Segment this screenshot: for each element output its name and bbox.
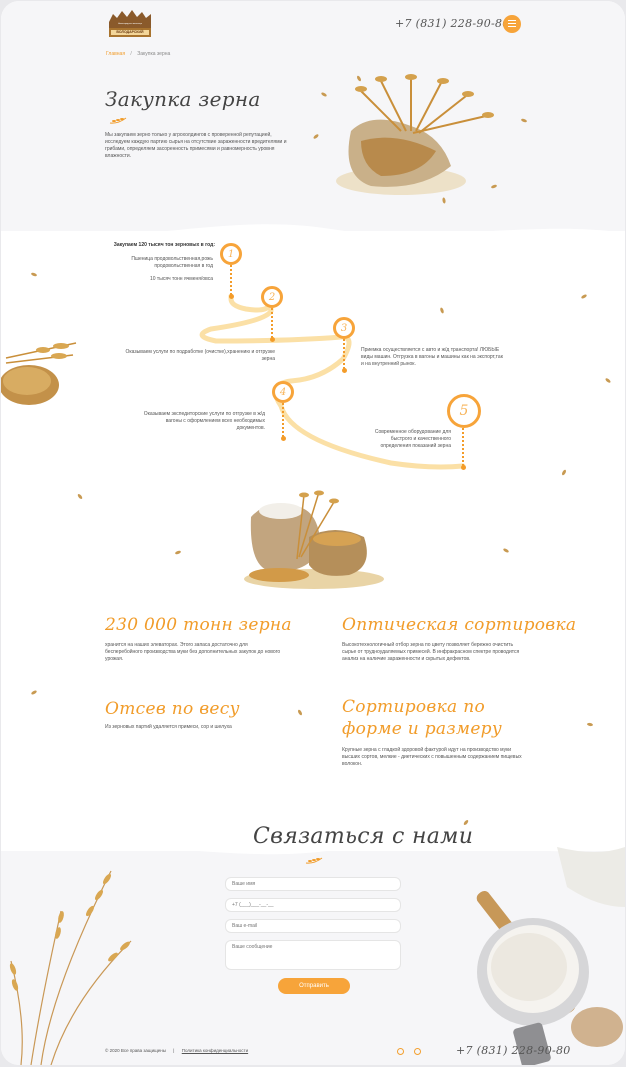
hero-text: Мы закупаем зерно только у агрохолдингов…: [105, 132, 287, 159]
contact-title: Связаться с нами: [253, 824, 474, 849]
timeline-step1-text1: Пшеница продовольственная,рожь продоволь…: [131, 256, 213, 269]
grain-decor: [502, 547, 510, 554]
timeline-marker-4: 4: [272, 381, 294, 403]
wheat-divider-icon: [109, 117, 127, 124]
instagram-icon[interactable]: [414, 1048, 421, 1055]
timeline-step1-text2: 10 тысяч тонн ячменя/овса: [149, 276, 213, 282]
timeline-number-5: 5: [459, 403, 469, 419]
grain-decor: [586, 722, 594, 727]
footer: © 2020 Все права защищены | Политика кон…: [105, 1048, 248, 1053]
timeline-heading: Закупаем 120 тысяч тон зерновых в год:: [113, 242, 215, 248]
timeline-dot-2: [270, 337, 275, 342]
timeline-dot-5: [461, 465, 466, 470]
timeline-dotline-4: [282, 403, 284, 437]
feature-2-title: Оптическая сортировка: [342, 615, 577, 635]
grain-decor: [30, 689, 38, 696]
menu-button[interactable]: [503, 15, 521, 33]
logo-line2: ВОЛОДАРСКИЙ: [116, 30, 144, 34]
footer-phone[interactable]: +7 (831) 228-90-80: [456, 1044, 571, 1057]
vk-icon[interactable]: [397, 1048, 404, 1055]
grain-decor: [580, 293, 588, 300]
breadcrumb: Главная / Закупка зерна: [106, 51, 170, 57]
submit-button-label: Отправить: [299, 983, 329, 989]
timeline-number-3: 3: [340, 322, 348, 334]
wheat-pile-image: [1, 342, 77, 405]
logo-line1: Нижегородская мельница: [118, 23, 142, 25]
timeline-marker-5: 5: [447, 394, 481, 428]
timeline-step2-text: Оказываем услуги по подработке (очистке)…: [125, 349, 275, 362]
timeline-dotline-1: [230, 265, 232, 295]
timeline-dot-4: [281, 436, 286, 441]
phone-field[interactable]: [225, 898, 401, 912]
feature-3-title: Отсев по весу: [105, 699, 240, 719]
page: Нижегородская мельница ВОЛОДАРСКИЙ +7 (8…: [1, 1, 625, 1065]
logo[interactable]: Нижегородская мельница ВОЛОДАРСКИЙ: [105, 8, 155, 40]
timeline-marker-3: 3: [333, 317, 355, 339]
email-field[interactable]: [225, 919, 401, 933]
feature-4-title: Сортировка по форме и размеру: [342, 697, 503, 739]
copyright: © 2020 Все права защищены: [105, 1048, 167, 1053]
header-phone[interactable]: +7 (831) 228-90-80: [395, 17, 510, 30]
wheat-sack-image: [336, 74, 494, 195]
privacy-link[interactable]: Политика конфиденциальности: [182, 1048, 248, 1053]
timeline-dotline-5: [462, 428, 464, 466]
timeline-dot-1: [229, 294, 234, 299]
timeline-number-4: 4: [279, 386, 287, 398]
timeline-step3-text: Приемка осуществляется с авто и ж/д тран…: [361, 347, 503, 367]
feature-3-text: Из зерновых партий удаляется примеси, со…: [105, 724, 232, 730]
timeline-dotline-3: [343, 339, 345, 369]
timeline-number-2: 2: [268, 291, 276, 303]
grain-decor: [30, 272, 38, 277]
breadcrumb-home[interactable]: Главная: [106, 51, 125, 57]
grain-decor: [561, 469, 567, 476]
flour-bowl-image: [476, 847, 625, 1065]
feature-4-text: Крупные зерна с гладкой здоровой фактуро…: [342, 747, 522, 767]
submit-button[interactable]: Отправить: [278, 978, 350, 994]
feature-1-text: хранится на наших элеваторах. Этого запа…: [105, 642, 281, 662]
timeline-marker-2: 2: [261, 286, 283, 308]
timeline-number-1: 1: [227, 248, 235, 260]
name-field[interactable]: [225, 877, 401, 891]
feature-1-title: 230 000 тонн зерна: [105, 615, 292, 635]
timeline-marker-1: 1: [220, 243, 242, 265]
grain-decor: [174, 550, 182, 555]
breadcrumb-current: Закупка зерна: [137, 51, 171, 57]
footer-separator: |: [173, 1048, 175, 1053]
wheat-divider-icon: [305, 857, 323, 864]
timeline-dotline-2: [271, 308, 273, 338]
breadcrumb-separator: /: [130, 51, 132, 57]
grain-decor: [297, 709, 303, 716]
flour-sack-image: [244, 490, 384, 589]
timeline-step4-text: Оказываем экспедиторские услуги по отгру…: [143, 411, 265, 431]
timeline-dot-3: [342, 368, 347, 373]
wheat-stalks-image: [9, 870, 132, 1065]
grain-decor: [76, 493, 84, 500]
grain-decor: [604, 377, 612, 384]
page-title: Закупка зерна: [105, 87, 261, 111]
timeline-step5-text: Современное оборудование для быстрого и …: [374, 429, 451, 449]
hamburger-icon: [508, 20, 516, 28]
feature-2-text: Высокотехнологичный отбор зерна по цвету…: [342, 642, 520, 662]
message-field[interactable]: [225, 940, 401, 970]
